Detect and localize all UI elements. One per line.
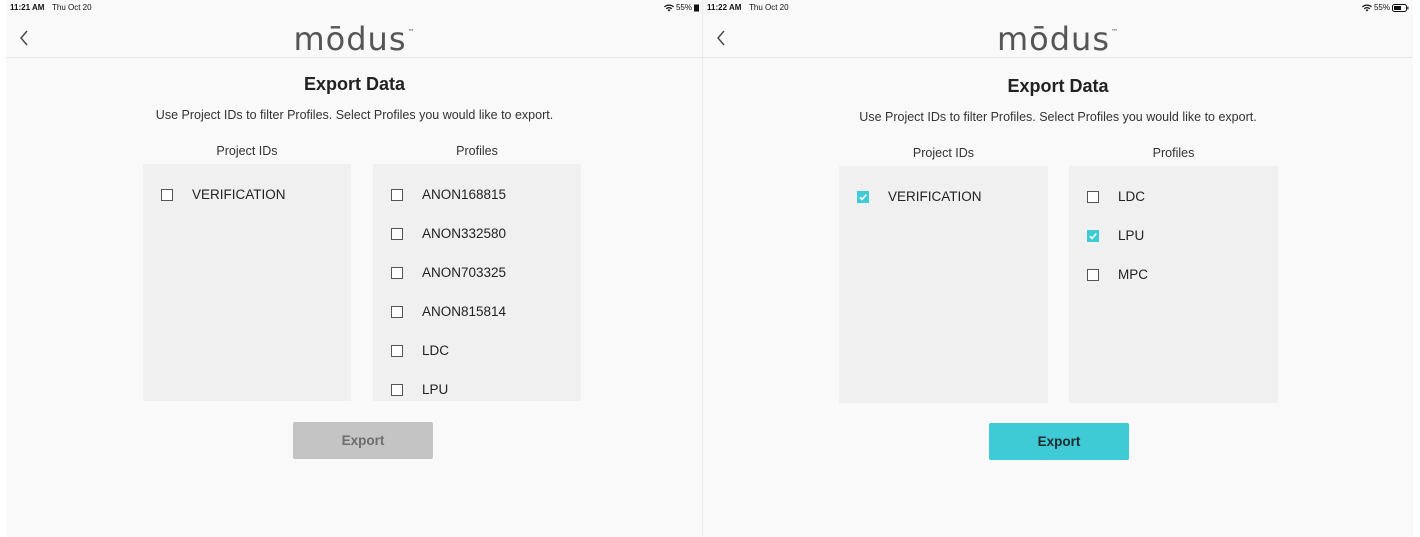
- profile-item[interactable]: LPU: [391, 382, 448, 397]
- battery-icon: [694, 4, 699, 11]
- project-ids-list: VERIFICATION: [839, 166, 1048, 403]
- chevron-left-icon: [717, 30, 725, 46]
- project-id-item-label: VERIFICATION: [192, 187, 286, 202]
- battery-percent: 55%: [1373, 3, 1390, 12]
- status-date: Thu Oct 20: [52, 3, 92, 12]
- profile-item-label: MPC: [1118, 267, 1148, 282]
- export-button[interactable]: Export: [293, 422, 433, 459]
- checkbox[interactable]: [391, 266, 403, 279]
- profile-item[interactable]: MPC: [1087, 267, 1148, 282]
- checkbox-checked[interactable]: [1087, 229, 1099, 242]
- profile-item-label: ANON815814: [422, 304, 507, 319]
- battery-percent: 55%: [675, 3, 692, 12]
- nav-bar: mōdus™: [6, 16, 703, 58]
- app-logo: mōdus™: [996, 20, 1120, 58]
- project-id-item-label: VERIFICATION: [888, 189, 982, 204]
- wifi-icon: [1361, 3, 1372, 11]
- project-ids-list: VERIFICATION: [143, 164, 351, 401]
- screen-before-selection: 11:21 AM Thu Oct 20 55% mōdus™ Export Da…: [6, 0, 703, 537]
- profile-item[interactable]: ANON815814: [391, 304, 506, 319]
- profile-item[interactable]: LPU: [1087, 228, 1144, 243]
- profile-item[interactable]: ANON332580: [391, 226, 506, 241]
- profiles-list[interactable]: ANON168815 ANON332580 ANON703325 ANON815814…: [373, 164, 581, 401]
- app-logo: mōdus™: [293, 20, 416, 58]
- project-ids-label: Project IDs: [216, 144, 278, 158]
- status-bar: 11:22 AM Thu Oct 20 55%: [703, 0, 1413, 16]
- nav-bar: mōdus™: [703, 16, 1413, 58]
- back-button[interactable]: [14, 26, 34, 50]
- checkbox-checked[interactable]: [857, 190, 869, 203]
- back-button[interactable]: [711, 26, 731, 50]
- profile-item-label: LDC: [1118, 189, 1146, 204]
- status-time: 11:21 AM: [10, 3, 45, 12]
- status-time: 11:22 AM: [707, 3, 742, 12]
- profile-item[interactable]: LDC: [1087, 189, 1145, 204]
- profile-item-label: ANON703325: [422, 265, 507, 280]
- checkbox[interactable]: [391, 305, 403, 318]
- profiles-label: Profiles: [1152, 146, 1195, 160]
- profile-item[interactable]: ANON703325: [391, 265, 506, 280]
- checkbox[interactable]: [1087, 268, 1099, 281]
- checkbox[interactable]: [1087, 190, 1099, 203]
- export-button[interactable]: Export: [989, 423, 1129, 460]
- profile-item-label: LPU: [1118, 228, 1145, 243]
- profile-item-label: LDC: [422, 343, 450, 358]
- checkbox[interactable]: [391, 344, 403, 357]
- wifi-icon: [663, 3, 674, 11]
- checkmark-icon: [859, 193, 867, 201]
- project-id-item[interactable]: VERIFICATION: [161, 187, 286, 202]
- checkmark-icon: [1089, 232, 1097, 240]
- profile-item-label: LPU: [422, 382, 449, 397]
- project-id-item[interactable]: VERIFICATION: [857, 189, 982, 204]
- profile-item[interactable]: LDC: [391, 343, 449, 358]
- battery-icon: [1392, 3, 1409, 12]
- status-bar: 11:21 AM Thu Oct 20 55%: [6, 0, 703, 16]
- project-ids-label: Project IDs: [912, 146, 975, 160]
- page-title: Export Data: [1007, 76, 1109, 96]
- profile-item[interactable]: ANON168815: [391, 187, 506, 202]
- profile-item-label: ANON168815: [422, 187, 507, 202]
- status-date: Thu Oct 20: [749, 3, 789, 12]
- profiles-list[interactable]: LDC LPU MPC: [1069, 166, 1278, 403]
- profile-item-label: ANON332580: [422, 226, 507, 241]
- page-title: Export Data: [303, 74, 406, 94]
- checkbox[interactable]: [161, 188, 173, 201]
- checkbox[interactable]: [391, 188, 403, 201]
- screen-after-selection: 11:22 AM Thu Oct 20 55% mōdus™ Export Da…: [703, 0, 1413, 537]
- instructions-text: Use Project IDs to filter Profiles. Sele…: [859, 110, 1257, 124]
- checkbox[interactable]: [391, 227, 403, 240]
- chevron-left-icon: [20, 30, 28, 46]
- instructions-text: Use Project IDs to filter Profiles. Sele…: [155, 108, 554, 122]
- profiles-label: Profiles: [456, 144, 498, 158]
- checkbox[interactable]: [391, 383, 403, 396]
